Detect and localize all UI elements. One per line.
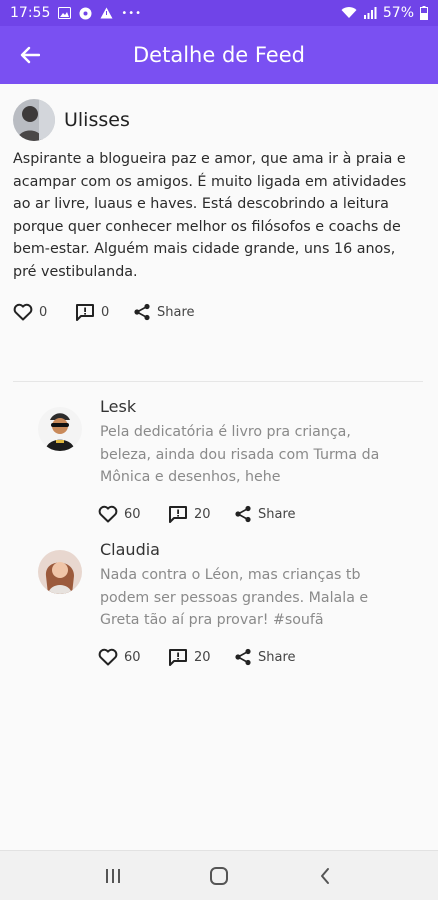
comment-count: 20 xyxy=(194,506,211,522)
post-body: Aspirante a blogueira paz e amor, que am… xyxy=(13,151,407,280)
like-button[interactable]: 0 xyxy=(13,303,75,321)
avatar[interactable] xyxy=(13,99,55,141)
recents-icon xyxy=(104,868,122,884)
heart-icon xyxy=(98,648,118,666)
comment-item: Lesk Pela dedicatória é livro pra crianç… xyxy=(38,397,418,532)
home-icon xyxy=(209,866,229,885)
soccer-icon xyxy=(79,7,92,20)
share-button[interactable]: Share xyxy=(234,505,296,523)
divider xyxy=(13,381,423,382)
share-icon xyxy=(234,648,252,666)
share-button[interactable]: Share xyxy=(234,648,296,666)
share-label: Share xyxy=(258,506,296,522)
share-button[interactable]: Share xyxy=(133,303,195,321)
status-right: 57% xyxy=(341,5,428,21)
like-count: 0 xyxy=(39,304,48,320)
comment-button[interactable]: 20 xyxy=(168,648,234,667)
comment-count: 20 xyxy=(194,649,211,665)
signal-icon xyxy=(363,7,377,19)
like-count: 60 xyxy=(124,506,141,522)
status-more: ••• xyxy=(121,7,143,19)
comment-author[interactable]: Lesk xyxy=(100,397,136,416)
share-label: Share xyxy=(157,304,195,320)
comment-icon xyxy=(168,505,188,524)
back-button[interactable] xyxy=(0,26,60,84)
recents-button[interactable] xyxy=(93,856,133,896)
post-header: Ulisses xyxy=(13,98,425,142)
comment-button[interactable]: 0 xyxy=(75,303,133,322)
battery-icon xyxy=(420,6,428,20)
warning-icon xyxy=(100,7,113,19)
battery-level: 57% xyxy=(382,5,414,21)
wifi-icon xyxy=(341,7,357,19)
post-author[interactable]: Ulisses xyxy=(64,109,130,131)
comment-item: Claudia Nada contra o Léon, mas crianças… xyxy=(38,540,418,675)
heart-icon xyxy=(13,303,33,321)
avatar[interactable] xyxy=(38,550,82,594)
back-icon xyxy=(319,867,331,885)
post-actions: 0 0 Share xyxy=(13,300,195,324)
heart-icon xyxy=(98,505,118,523)
comment-actions: 60 20 Share xyxy=(98,645,296,669)
status-bar: 17:55 ••• 57% xyxy=(0,0,438,26)
comment-button[interactable]: 20 xyxy=(168,505,234,524)
home-button[interactable] xyxy=(199,856,239,896)
page-title: Detalhe de Feed xyxy=(133,43,305,67)
share-icon xyxy=(133,303,151,321)
comment-text: Pela dedicatória é livro pra criança, be… xyxy=(100,424,380,485)
like-button[interactable]: 60 xyxy=(98,505,168,523)
app-bar: Detalhe de Feed xyxy=(0,26,438,84)
comment-icon xyxy=(75,303,95,322)
comment-author[interactable]: Claudia xyxy=(100,540,160,559)
gallery-icon xyxy=(58,7,72,19)
system-nav-bar xyxy=(0,850,438,900)
back-arrow-icon xyxy=(20,46,40,64)
share-icon xyxy=(234,505,252,523)
like-button[interactable]: 60 xyxy=(98,648,168,666)
system-back-button[interactable] xyxy=(305,856,345,896)
comment-actions: 60 20 Share xyxy=(98,502,296,526)
like-count: 60 xyxy=(124,649,141,665)
post: Ulisses Aspirante a blogueira paz e amor… xyxy=(13,98,425,284)
status-time: 17:55 xyxy=(10,5,51,21)
status-left: 17:55 ••• xyxy=(10,5,142,21)
comment-icon xyxy=(168,648,188,667)
comment-text: Nada contra o Léon, mas crianças tb pode… xyxy=(100,567,369,628)
avatar[interactable] xyxy=(38,407,82,451)
share-label: Share xyxy=(258,649,296,665)
comment-count: 0 xyxy=(101,304,110,320)
